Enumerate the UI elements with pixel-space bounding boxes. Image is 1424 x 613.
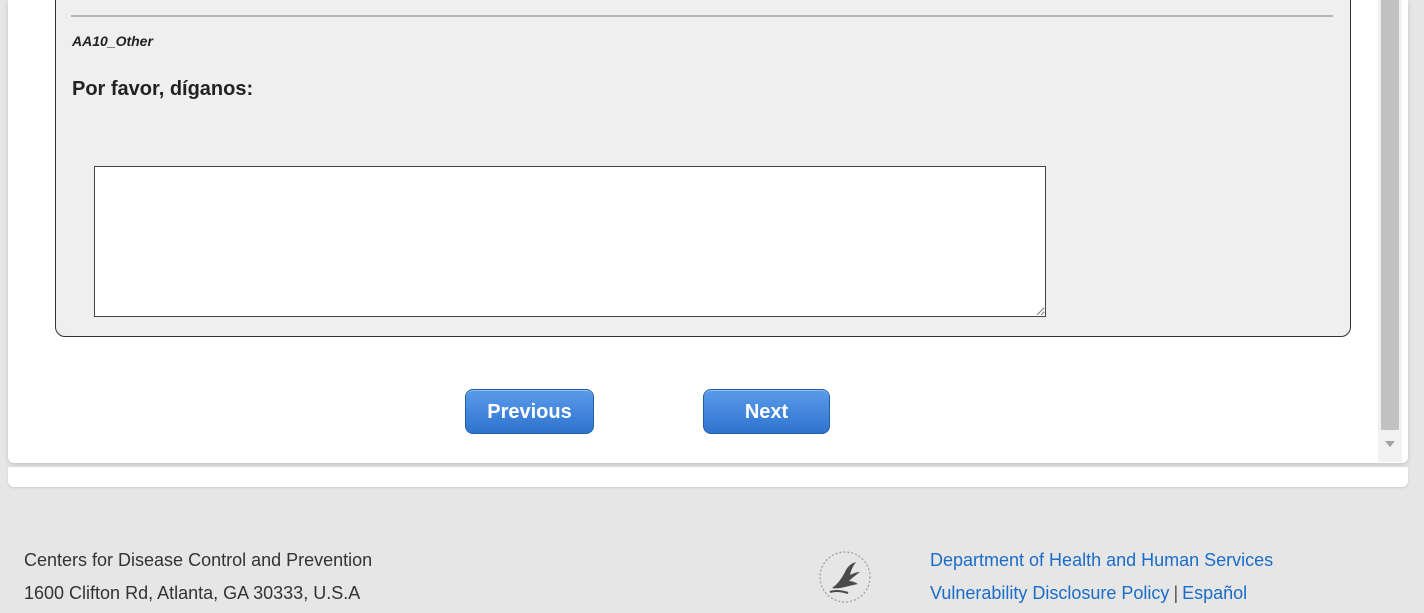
scrollbar-thumb[interactable] — [1381, 0, 1399, 430]
hhs-link[interactable]: Department of Health and Human Services — [930, 550, 1273, 570]
vulnerability-disclosure-link[interactable]: Vulnerability Disclosure Policy — [930, 583, 1169, 603]
survey-card: AA10_Other Por favor, díganos: Previous … — [8, 0, 1408, 463]
answer-textarea[interactable] — [94, 166, 1046, 317]
previous-button[interactable]: Previous — [465, 389, 594, 434]
card-bottom-strip — [8, 467, 1408, 487]
hhs-eagle-logo-icon — [819, 551, 871, 603]
scroll-down-arrow-icon[interactable] — [1385, 441, 1395, 447]
footer-links-block: Department of Health and Human Services … — [930, 544, 1273, 610]
footer-org-name: Centers for Disease Control and Preventi… — [24, 550, 373, 570]
page: AA10_Other Por favor, díganos: Previous … — [0, 0, 1424, 613]
footer-address-block: Centers for Disease Control and Preventi… — [24, 544, 372, 610]
question-panel: AA10_Other Por favor, díganos: — [55, 0, 1351, 337]
link-separator: | — [1173, 583, 1179, 603]
next-button[interactable]: Next — [703, 389, 830, 434]
espanol-link[interactable]: Español — [1182, 583, 1247, 603]
question-prompt: Por favor, díganos: — [72, 78, 254, 100]
divider — [71, 15, 1333, 17]
vertical-scrollbar[interactable] — [1378, 0, 1402, 462]
footer-address: 1600 Clifton Rd, Atlanta, GA 30333, U.S.… — [24, 583, 361, 603]
question-code: AA10_Other — [72, 33, 153, 49]
